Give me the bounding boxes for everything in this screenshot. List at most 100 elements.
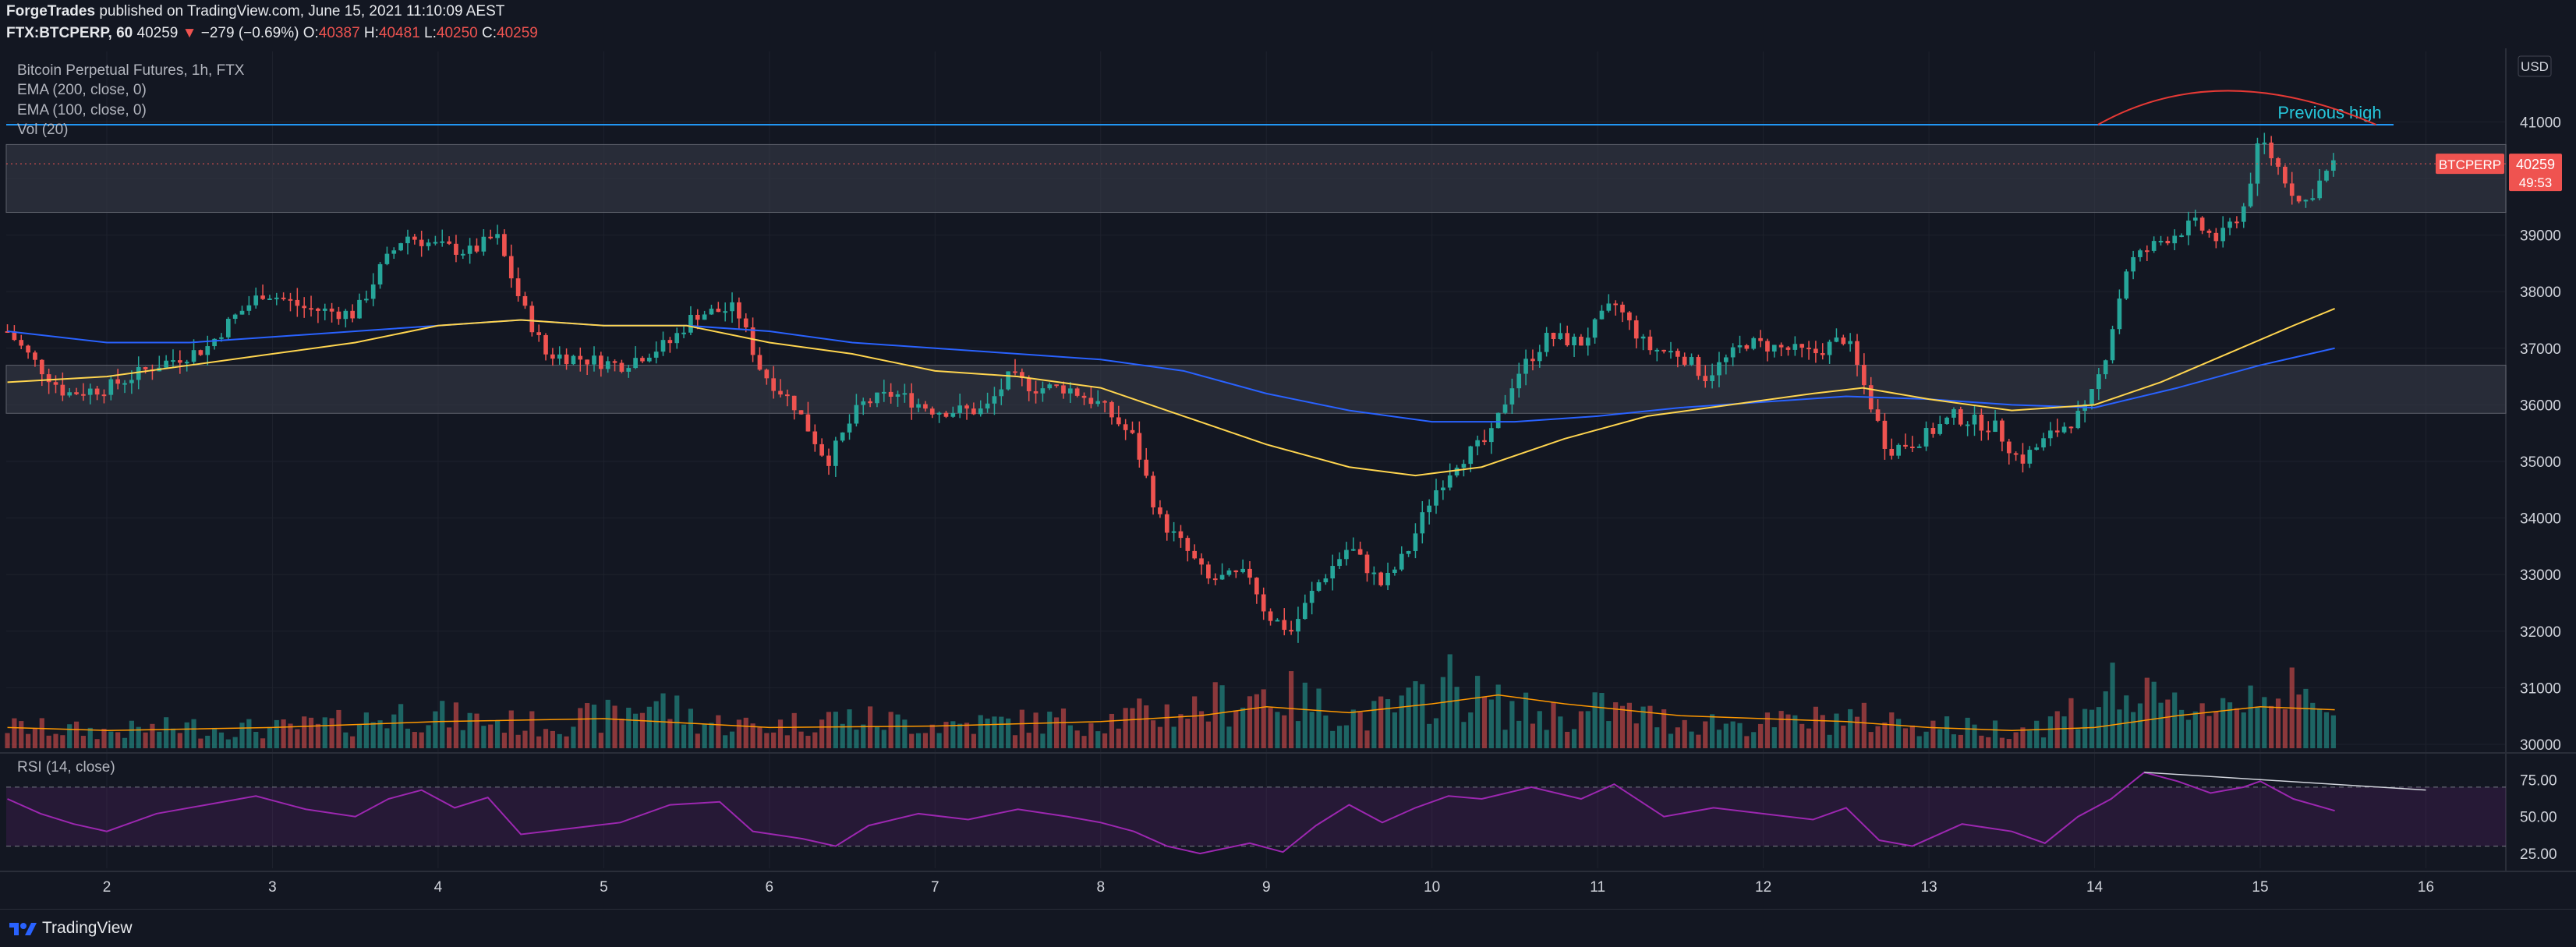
volume-bar xyxy=(1640,706,1646,748)
volume-bar xyxy=(1827,734,1832,748)
volume-bar xyxy=(536,736,542,748)
volume-bar xyxy=(1116,728,1121,748)
volume-bar xyxy=(812,732,818,748)
time-tick-label: 16 xyxy=(2418,879,2434,896)
candle xyxy=(1171,531,1177,533)
candle xyxy=(225,319,231,337)
candle xyxy=(888,391,893,397)
volume-bar xyxy=(1979,735,1984,748)
candle xyxy=(1585,337,1591,346)
candle xyxy=(1427,505,1431,513)
candle xyxy=(1275,620,1280,622)
volume-bar xyxy=(716,715,721,748)
candle xyxy=(2303,200,2309,202)
volume-bar xyxy=(2282,708,2288,748)
volume-bar xyxy=(564,736,569,748)
candle xyxy=(460,253,465,256)
candle xyxy=(660,340,666,352)
price-tick-label: 37000 xyxy=(2520,341,2561,358)
volume-bar xyxy=(826,712,832,748)
volume-bar xyxy=(164,717,169,748)
author-name[interactable]: ForgeTrades xyxy=(6,3,95,19)
candle xyxy=(1233,570,1239,573)
price-tick-label: 35000 xyxy=(2520,454,2561,471)
volume-bar xyxy=(2144,677,2150,748)
volume-bar xyxy=(1060,708,1067,748)
candle xyxy=(2048,430,2053,439)
volume-bar xyxy=(667,719,673,748)
volume-bar xyxy=(1599,693,1605,748)
candle xyxy=(1806,348,1811,350)
candle xyxy=(81,394,86,396)
candle xyxy=(992,396,997,404)
candle xyxy=(1185,538,1191,551)
volume-bar xyxy=(2034,720,2040,748)
volume-bar xyxy=(957,723,963,748)
candle xyxy=(854,405,859,424)
candle xyxy=(1689,357,1694,365)
volume-bar xyxy=(2006,739,2012,748)
candle xyxy=(2131,256,2135,272)
candle xyxy=(198,350,203,355)
volume-bar xyxy=(1716,730,1722,748)
high-value: 40481 xyxy=(378,25,420,41)
volume-bar xyxy=(1619,705,1626,748)
legend-ema100[interactable]: EMA (100, close, 0) xyxy=(17,102,147,119)
legend-volume[interactable]: Vol (20) xyxy=(17,122,68,139)
candle xyxy=(791,395,797,411)
candle xyxy=(1799,344,1805,348)
candle xyxy=(1620,304,1625,313)
candle xyxy=(46,374,51,383)
volume-bar xyxy=(80,736,86,748)
volume-bar xyxy=(723,735,728,748)
price-tick-label: 39000 xyxy=(2520,228,2561,245)
candle xyxy=(2144,250,2150,253)
volume-bar xyxy=(1067,725,1073,748)
candle xyxy=(2165,241,2171,244)
candle xyxy=(819,443,824,456)
volume-bar xyxy=(1626,702,1632,748)
volume-bar xyxy=(2323,712,2330,748)
volume-bar xyxy=(281,719,286,748)
price-chart[interactable]: Previous highUSD410004000039000380003700… xyxy=(0,48,2576,909)
volume-bar xyxy=(571,726,576,748)
volume-bar xyxy=(1323,716,1329,748)
volume-bar xyxy=(1909,725,1915,748)
tradingview-logo[interactable]: TradingView xyxy=(8,919,133,938)
candle xyxy=(1744,345,1750,349)
candle xyxy=(1441,487,1445,491)
volume-bar xyxy=(453,702,459,748)
volume-bar xyxy=(2255,707,2260,748)
legend-ema200[interactable]: EMA (200, close, 0) xyxy=(17,82,147,99)
candle xyxy=(246,305,252,311)
candle xyxy=(1778,345,1784,348)
candle xyxy=(895,394,901,397)
volume-bar xyxy=(384,728,390,748)
candle xyxy=(1820,353,1825,355)
candle xyxy=(1696,357,1701,376)
volume-bar xyxy=(1157,726,1162,748)
volume-bar xyxy=(2241,712,2246,748)
volume-bar xyxy=(1150,720,1156,748)
legend-rsi[interactable]: RSI (14, close) xyxy=(17,759,115,776)
low-value: 40250 xyxy=(436,25,478,41)
candle xyxy=(1889,448,1895,456)
volume-bar xyxy=(915,733,922,748)
time-tick-label: 2 xyxy=(103,879,111,896)
candle xyxy=(1654,349,1660,352)
volume-bar xyxy=(1806,728,1812,748)
candle xyxy=(2000,420,2005,442)
candle xyxy=(60,384,65,396)
candle xyxy=(1792,344,1798,350)
candle xyxy=(288,299,293,301)
candle xyxy=(1951,409,1956,418)
candle xyxy=(53,382,58,385)
volume-bar xyxy=(805,736,811,748)
candle xyxy=(2068,426,2074,429)
candle xyxy=(2296,196,2302,202)
candle xyxy=(1454,468,1460,475)
candle xyxy=(985,403,990,409)
symbol-tag-label: BTCPERP xyxy=(2439,157,2501,172)
volume-bar xyxy=(619,719,625,748)
candle xyxy=(1661,349,1666,352)
